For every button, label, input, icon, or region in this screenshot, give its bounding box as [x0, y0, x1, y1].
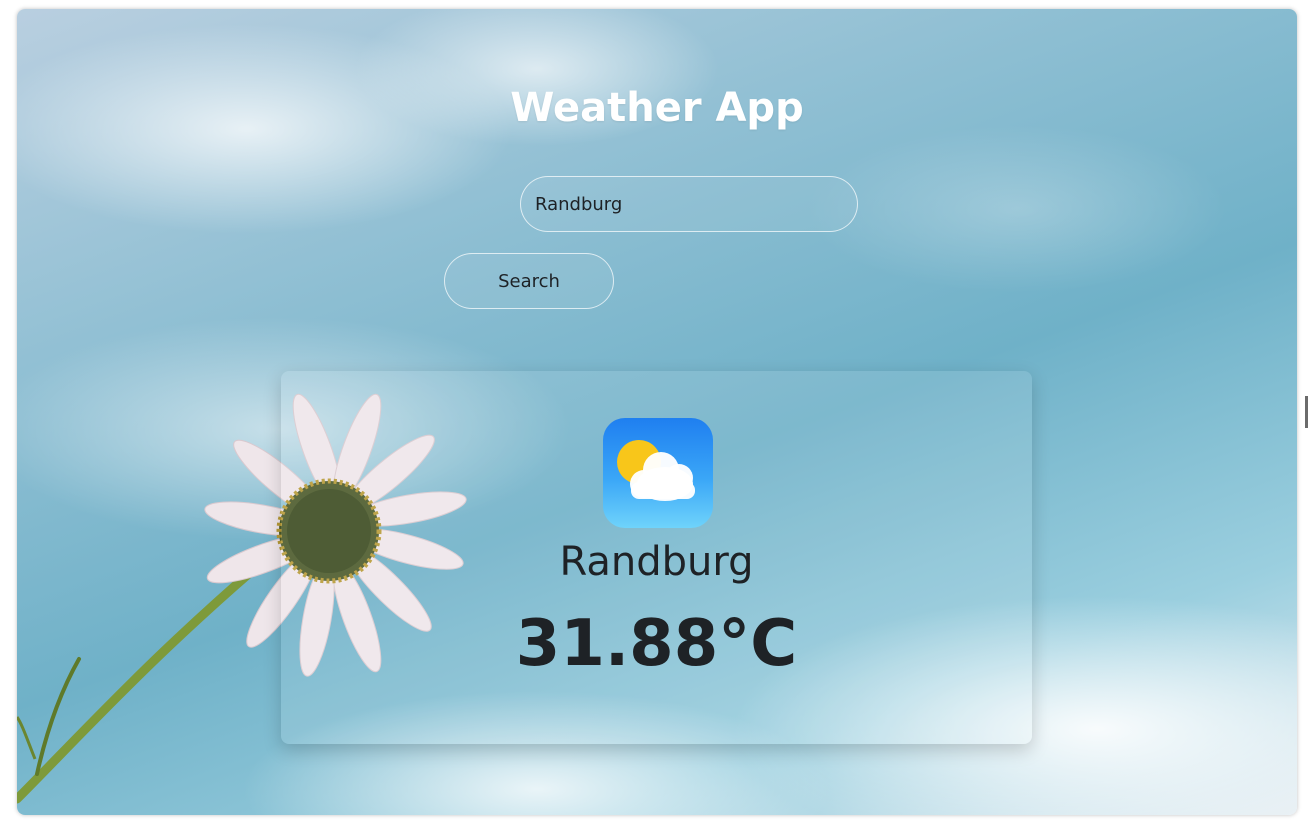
weather-card: Randburg 31.88°C [281, 371, 1032, 744]
app-window: Weather App Search Randburg 31.88°C [17, 9, 1297, 815]
temperature-value: 31.88°C [515, 607, 798, 681]
search-button[interactable]: Search [444, 253, 614, 309]
city-name: Randburg [559, 539, 754, 585]
city-search-input[interactable] [520, 176, 858, 232]
partly-cloudy-icon [603, 418, 713, 528]
page-title: Weather App [510, 85, 804, 131]
